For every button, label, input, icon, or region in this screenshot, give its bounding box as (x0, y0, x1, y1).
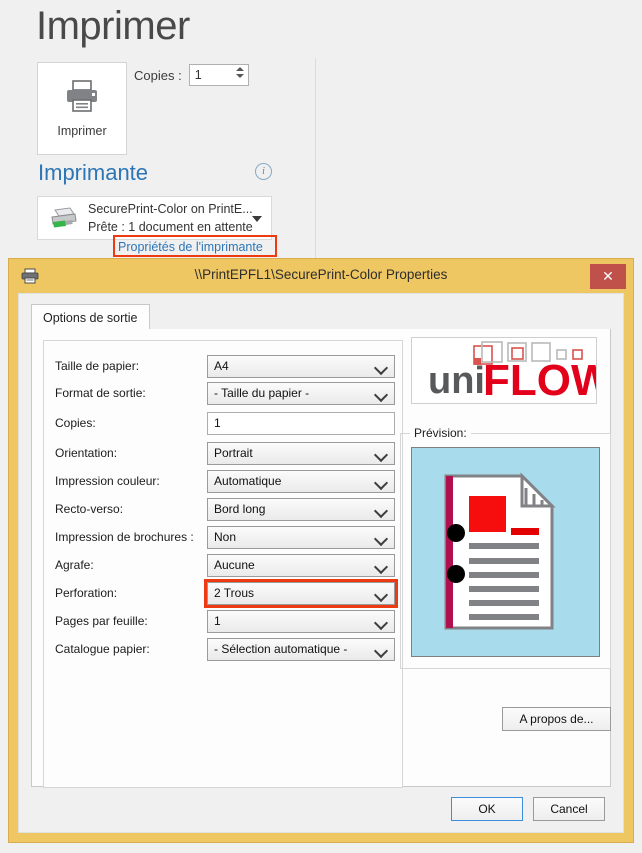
about-button-label: A propos de... (519, 712, 594, 726)
copies-label: Copies : (134, 67, 182, 83)
chevron-down-icon (373, 475, 389, 491)
select-taille-de-papier[interactable]: A4 (207, 355, 395, 378)
select-impression-couleur[interactable]: Automatique (207, 470, 395, 493)
svg-text:FLOW: FLOW (483, 356, 596, 403)
screen: Imprimer Imprimer Copies : 1 Imprimante … (0, 0, 642, 853)
select-value: A4 (214, 359, 229, 373)
tab-options-de-sortie[interactable]: Options de sortie (31, 304, 150, 330)
panel-divider (315, 58, 316, 270)
chevron-down-icon (373, 559, 389, 575)
cancel-button-label: Cancel (550, 802, 588, 816)
field-label: Recto-verso: (55, 502, 124, 516)
field-label: Orientation: (55, 446, 118, 460)
output-options-form: Taille de papier: A4 Format de sortie: -… (43, 340, 403, 788)
printer-device-icon (48, 205, 80, 238)
info-icon[interactable]: i (255, 163, 272, 180)
select-value: Bord long (214, 502, 266, 516)
select-value: Automatique (214, 474, 282, 488)
field-format-de-sortie: Format de sortie: - Taille du papier - (55, 382, 395, 406)
chevron-down-icon (373, 615, 389, 631)
chevron-down-icon (373, 360, 389, 376)
select-impression-de-brochures[interactable]: Non (207, 526, 395, 549)
select-value: Aucune (214, 558, 255, 572)
close-button[interactable]: ✕ (590, 264, 626, 289)
input-copies[interactable]: 1 (207, 412, 395, 435)
field-agrafe: Agrafe: Aucune (55, 554, 395, 578)
select-recto-verso[interactable]: Bord long (207, 498, 395, 521)
field-label: Pages par feuille: (55, 614, 148, 628)
print-button[interactable]: Imprimer (37, 62, 127, 155)
svg-text:uni: uni (428, 360, 485, 402)
field-label: Perforation: (55, 586, 118, 600)
print-preview (411, 447, 600, 657)
select-agrafe[interactable]: Aucune (207, 554, 395, 577)
field-catalogue-papier: Catalogue papier: - Sélection automatiqu… (55, 638, 395, 662)
highlight-box-perforation (204, 579, 398, 608)
tab-strip: Options de sortie (31, 304, 611, 330)
field-orientation: Orientation: Portrait (55, 442, 395, 466)
printer-status: Prête : 1 document en attente (88, 220, 253, 234)
field-label: Copies: (55, 416, 96, 430)
select-orientation[interactable]: Portrait (207, 442, 395, 465)
copies-value: 1 (194, 68, 202, 82)
field-impression-couleur: Impression couleur: Automatique (55, 470, 395, 494)
printer-name: SecurePrint-Color on PrintE... (88, 202, 253, 216)
copies-field-group: Copies : 1 (134, 64, 249, 86)
select-value: - Sélection automatique - (214, 642, 348, 656)
chevron-down-icon[interactable] (252, 216, 262, 222)
about-button[interactable]: A propos de... (502, 707, 611, 731)
ok-button[interactable]: OK (451, 797, 523, 821)
chevron-down-icon (373, 531, 389, 547)
tab-label: Options de sortie (43, 310, 138, 325)
chevron-down-icon (373, 387, 389, 403)
stepper-down-icon[interactable] (235, 74, 244, 78)
select-value: 1 (214, 614, 221, 628)
field-label: Catalogue papier: (55, 642, 150, 656)
uniflow-logo: uni FLOW (411, 337, 613, 405)
preview-page-illustration (444, 472, 556, 630)
field-impression-de-brochures: Impression de brochures : Non (55, 526, 395, 550)
select-pages-par-feuille[interactable]: 1 (207, 610, 395, 633)
preview-group: Prévision: (400, 426, 611, 669)
printer-icon (63, 79, 101, 118)
field-copies: Copies: 1 (55, 412, 395, 436)
select-catalogue-papier[interactable]: - Sélection automatique - (207, 638, 395, 661)
field-label: Taille de papier: (55, 359, 140, 373)
close-icon: ✕ (602, 268, 614, 284)
chevron-down-icon (373, 643, 389, 659)
chevron-down-icon (373, 447, 389, 463)
dialog-title: \\PrintEPFL1\SecurePrint-Color Propertie… (194, 267, 448, 282)
page-title: Imprimer (36, 4, 190, 48)
field-pages-par-feuille: Pages par feuille: 1 (55, 610, 395, 634)
dialog-titlebar[interactable]: \\PrintEPFL1\SecurePrint-Color Propertie… (9, 259, 633, 293)
select-value: Non (214, 530, 237, 544)
stepper-up-icon[interactable] (235, 67, 244, 71)
select-value: Portrait (214, 446, 253, 460)
field-recto-verso: Recto-verso: Bord long (55, 498, 395, 522)
copies-stepper[interactable]: 1 (188, 64, 249, 86)
uniflow-logo-svg: uni FLOW (428, 341, 613, 405)
chevron-down-icon (373, 503, 389, 519)
field-label: Format de sortie: (55, 386, 146, 400)
input-value: 1 (214, 416, 221, 430)
select-format-de-sortie[interactable]: - Taille du papier - (207, 382, 395, 405)
ok-button-label: OK (478, 802, 496, 816)
field-perforation: Perforation: 2 Trous (55, 579, 398, 608)
select-value: - Taille du papier - (214, 386, 310, 400)
printer-selector[interactable]: SecurePrint-Color on PrintE... Prête : 1… (37, 196, 272, 240)
field-taille-de-papier: Taille de papier: A4 (55, 355, 395, 379)
printer-section-title: Imprimante (38, 160, 149, 185)
field-label: Impression de brochures : (55, 530, 194, 544)
field-label: Impression couleur: (55, 474, 160, 488)
cancel-button[interactable]: Cancel (533, 797, 605, 821)
stepper-arrows[interactable] (235, 67, 244, 78)
highlight-box-properties (113, 235, 277, 257)
field-label: Agrafe: (55, 558, 94, 572)
preview-group-label: Prévision: (410, 426, 471, 440)
print-button-label: Imprimer (57, 124, 107, 138)
